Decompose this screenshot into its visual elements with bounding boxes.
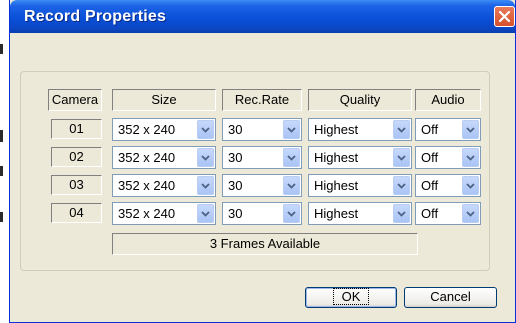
size-select[interactable]: 352 x 240	[112, 118, 216, 141]
chevron-down-icon	[201, 155, 210, 161]
rec-rate-select[interactable]: 30	[222, 146, 302, 169]
dropdown-button[interactable]	[393, 204, 410, 223]
rec-rate-value: 30	[228, 150, 243, 165]
chevron-down-icon	[397, 183, 406, 189]
edge-mark	[0, 166, 3, 176]
dropdown-button[interactable]	[283, 204, 300, 223]
quality-select[interactable]: Highest	[308, 174, 412, 197]
quality-value: Highest	[314, 178, 359, 193]
dropdown-button[interactable]	[283, 176, 300, 195]
dropdown-button[interactable]	[197, 176, 214, 195]
rec-rate-select[interactable]: 30	[222, 202, 302, 225]
camera-label: 03	[51, 175, 102, 195]
size-value: 352 x 240	[118, 178, 176, 193]
dropdown-button[interactable]	[462, 204, 479, 223]
dropdown-button[interactable]	[393, 148, 410, 167]
audio-select[interactable]: Off	[415, 118, 481, 141]
dropdown-button[interactable]	[462, 176, 479, 195]
dialog-title: Record Properties	[24, 8, 167, 25]
size-select[interactable]: 352 x 240	[112, 202, 216, 225]
ok-label: OK	[332, 288, 370, 305]
chevron-down-icon	[287, 183, 296, 189]
quality-value: Highest	[314, 122, 359, 137]
edge-mark	[0, 44, 3, 54]
cancel-button[interactable]: Cancel	[404, 287, 497, 308]
header-audio: Audio	[415, 89, 481, 111]
rec-rate-value: 30	[228, 206, 243, 221]
chevron-down-icon	[287, 211, 296, 217]
close-icon	[499, 11, 510, 22]
rec-rate-value: 30	[228, 122, 243, 137]
header-rec-rate: Rec.Rate	[222, 89, 302, 111]
dropdown-button[interactable]	[197, 204, 214, 223]
chevron-down-icon	[466, 183, 475, 189]
dropdown-button[interactable]	[462, 148, 479, 167]
quality-value: Highest	[314, 150, 359, 165]
rec-rate-select[interactable]: 30	[222, 118, 302, 141]
chevron-down-icon	[397, 211, 406, 217]
chevron-down-icon	[466, 127, 475, 133]
dropdown-button[interactable]	[197, 120, 214, 139]
camera-label: 02	[51, 147, 102, 167]
chevron-down-icon	[287, 155, 296, 161]
edge-mark	[0, 130, 3, 142]
camera-label: 01	[51, 119, 102, 139]
quality-select[interactable]: Highest	[308, 146, 412, 169]
audio-value: Off	[421, 178, 439, 193]
audio-select[interactable]: Off	[415, 202, 481, 225]
rec-rate-value: 30	[228, 178, 243, 193]
dropdown-button[interactable]	[283, 120, 300, 139]
title-bar[interactable]: Record Properties	[10, 0, 515, 33]
chevron-down-icon	[201, 211, 210, 217]
audio-value: Off	[421, 150, 439, 165]
frames-available-status: 3 Frames Available	[112, 233, 418, 255]
quality-value: Highest	[314, 206, 359, 221]
audio-value: Off	[421, 122, 439, 137]
chevron-down-icon	[287, 127, 296, 133]
dropdown-button[interactable]	[393, 176, 410, 195]
edge-mark	[0, 212, 3, 222]
size-value: 352 x 240	[118, 206, 176, 221]
dropdown-button[interactable]	[462, 120, 479, 139]
dropdown-button[interactable]	[283, 148, 300, 167]
header-size: Size	[112, 89, 216, 111]
size-value: 352 x 240	[118, 122, 176, 137]
background-strip	[0, 0, 9, 323]
chevron-down-icon	[397, 155, 406, 161]
header-camera: Camera	[48, 89, 102, 111]
chevron-down-icon	[397, 127, 406, 133]
ok-button[interactable]: OK	[305, 287, 397, 308]
quality-select[interactable]: Highest	[308, 202, 412, 225]
header-quality: Quality	[308, 89, 412, 111]
camera-label: 04	[51, 203, 102, 223]
chevron-down-icon	[201, 183, 210, 189]
dropdown-button[interactable]	[197, 148, 214, 167]
close-button[interactable]	[494, 6, 515, 27]
rec-rate-select[interactable]: 30	[222, 174, 302, 197]
quality-select[interactable]: Highest	[308, 118, 412, 141]
audio-value: Off	[421, 206, 439, 221]
size-select[interactable]: 352 x 240	[112, 174, 216, 197]
chevron-down-icon	[466, 155, 475, 161]
dropdown-button[interactable]	[393, 120, 410, 139]
size-value: 352 x 240	[118, 150, 176, 165]
audio-select[interactable]: Off	[415, 146, 481, 169]
chevron-down-icon	[466, 211, 475, 217]
chevron-down-icon	[201, 127, 210, 133]
audio-select[interactable]: Off	[415, 174, 481, 197]
size-select[interactable]: 352 x 240	[112, 146, 216, 169]
